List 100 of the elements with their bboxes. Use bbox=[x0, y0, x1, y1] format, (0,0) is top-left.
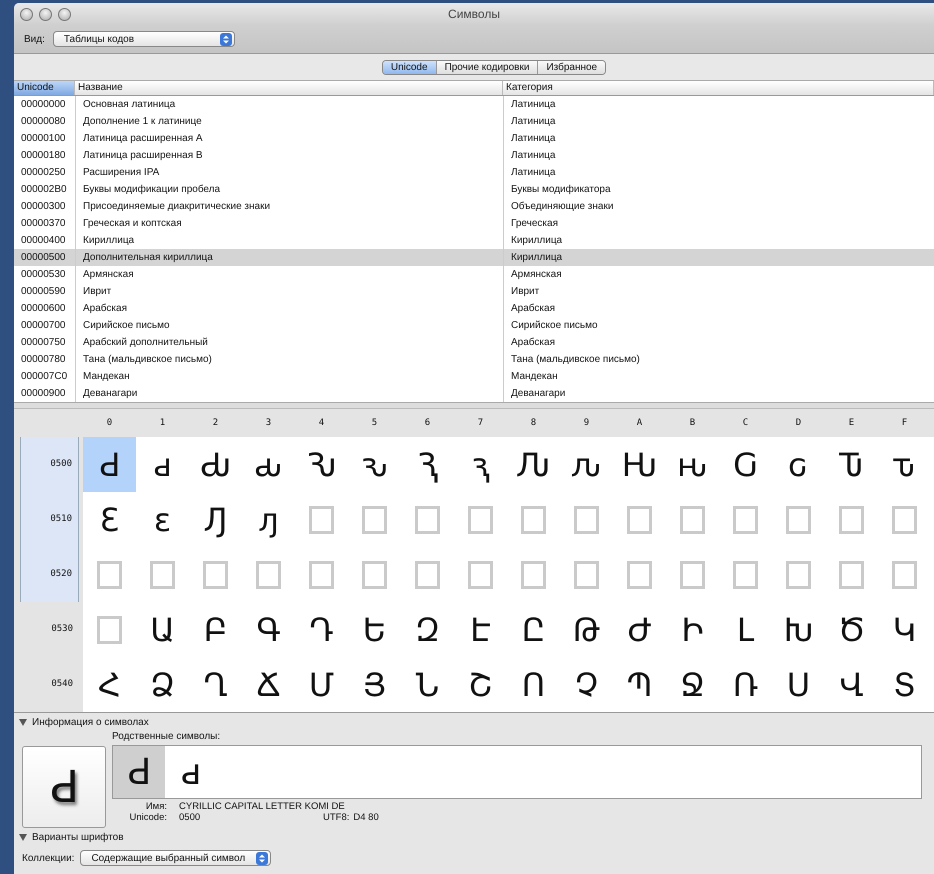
column-label: A bbox=[636, 418, 644, 428]
view-dropdown[interactable]: Таблицы кодов bbox=[52, 31, 235, 47]
glyph-cell[interactable]: Ջ bbox=[666, 657, 719, 712]
glyph-cell[interactable]: Ԓ bbox=[189, 492, 242, 547]
glyph-cell[interactable]: Ղ bbox=[189, 657, 242, 712]
table-row[interactable]: 00000250 Расширения IPA Латиница bbox=[14, 164, 934, 181]
glyph-cell[interactable]: Շ bbox=[454, 657, 507, 712]
glyph-cell[interactable]: Մ bbox=[295, 657, 348, 712]
table-row[interactable]: 000007C0 Мандекан Мандекан bbox=[14, 368, 934, 385]
glyph-preview: Ԁ bbox=[22, 746, 106, 828]
stepper-icon bbox=[256, 852, 268, 864]
glyph-cell[interactable]: Խ bbox=[772, 602, 825, 657]
glyph-cell[interactable]: Ս bbox=[772, 657, 825, 712]
glyph-cell[interactable]: Ԑ bbox=[83, 492, 136, 547]
related-glyph[interactable]: ԁ bbox=[165, 746, 217, 798]
glyph-cell[interactable]: Յ bbox=[348, 657, 401, 712]
view-label: Вид: bbox=[24, 34, 45, 44]
info-disclosure[interactable]: Информация о символах bbox=[14, 713, 934, 729]
glyph-cell[interactable]: Թ bbox=[560, 602, 613, 657]
table-row[interactable]: 00000370 Греческая и коптская Греческая bbox=[14, 215, 934, 232]
glyph-cell[interactable]: Ԃ bbox=[189, 437, 242, 492]
glyph-cell[interactable]: Ժ bbox=[613, 602, 666, 657]
glyph-cell[interactable]: ԏ bbox=[878, 437, 931, 492]
glyph-cell[interactable]: Ԉ bbox=[507, 437, 560, 492]
glyph-cell[interactable]: Չ bbox=[560, 657, 613, 712]
glyph-cell[interactable]: Գ bbox=[242, 602, 295, 657]
glyph-cell[interactable]: Ճ bbox=[242, 657, 295, 712]
glyph-cell[interactable]: ԋ bbox=[666, 437, 719, 492]
table-row[interactable]: 00000750 Арабский дополнительный Арабская bbox=[14, 334, 934, 351]
glyph-cell[interactable]: Ԅ bbox=[295, 437, 348, 492]
related-glyph[interactable]: Ԁ bbox=[113, 746, 165, 798]
glyph-cell[interactable]: Է bbox=[454, 602, 507, 657]
splitter[interactable] bbox=[14, 402, 934, 409]
glyph-cell[interactable]: Կ bbox=[878, 602, 931, 657]
glyph-cell[interactable]: Պ bbox=[613, 657, 666, 712]
glyph-cell[interactable]: ԓ bbox=[242, 492, 295, 547]
column-header[interactable]: Название bbox=[75, 81, 503, 95]
glyph-cell[interactable]: ԁ bbox=[136, 437, 189, 492]
glyph-cell[interactable]: ԑ bbox=[136, 492, 189, 547]
glyph-cell[interactable]: Ի bbox=[666, 602, 719, 657]
glyph-cell[interactable]: ԉ bbox=[560, 437, 613, 492]
glyph-cell[interactable]: Ԇ bbox=[401, 437, 454, 492]
glyph-cell[interactable]: Ծ bbox=[825, 602, 878, 657]
table-row[interactable]: 00000700 Сирийское письмо Сирийское письмо bbox=[14, 317, 934, 334]
glyph-cell[interactable]: Բ bbox=[189, 602, 242, 657]
glyph-cell[interactable]: Ն bbox=[401, 657, 454, 712]
zoom-button[interactable] bbox=[58, 8, 71, 20]
table-cell: Присоединяемые диакритические знаки bbox=[75, 198, 503, 215]
column-header[interactable]: Unicode bbox=[14, 81, 75, 95]
glyph-cell[interactable]: Ԁ bbox=[83, 437, 136, 492]
column-header[interactable]: Категория bbox=[503, 81, 934, 95]
glyph-cell[interactable]: Ռ bbox=[719, 657, 772, 712]
glyph-cell[interactable]: Վ bbox=[825, 657, 878, 712]
table-row[interactable]: 00000300 Присоединяемые диакритические знаки Объединяющие знаки bbox=[14, 198, 934, 215]
glyph-cell[interactable]: Ԋ bbox=[613, 437, 666, 492]
row-label[interactable]: 0540 bbox=[20, 657, 79, 712]
glyph-cell[interactable]: Զ bbox=[401, 602, 454, 657]
table-row[interactable]: 00000500 Дополнительная кириллица Кириллица bbox=[14, 249, 934, 266]
column-label: 2 bbox=[212, 418, 220, 428]
table-row[interactable]: 00000000 Основная латиница Латиница bbox=[14, 96, 934, 113]
glyph-cell[interactable]: ԃ bbox=[242, 437, 295, 492]
table-row[interactable]: 00000080 Дополнение 1 к латинице Латиница bbox=[14, 113, 934, 130]
tab[interactable]: Unicode bbox=[382, 60, 437, 74]
table-row[interactable]: 00000590 Иврит Иврит bbox=[14, 283, 934, 300]
glyph-cell[interactable]: Ա bbox=[136, 602, 189, 657]
minimize-button[interactable] bbox=[39, 8, 52, 20]
row-label[interactable]: 0530 bbox=[20, 602, 79, 657]
missing-glyph-icon bbox=[733, 560, 758, 588]
glyph-cell[interactable]: Ԍ bbox=[719, 437, 772, 492]
missing-glyph-icon bbox=[574, 506, 599, 534]
glyph-cell[interactable]: Ե bbox=[348, 602, 401, 657]
glyph-cell[interactable]: Հ bbox=[83, 657, 136, 712]
glyph-cell[interactable]: Ը bbox=[507, 602, 560, 657]
table-row[interactable]: 00000530 Армянская Армянская bbox=[14, 266, 934, 283]
row-label[interactable]: 0500 bbox=[20, 437, 79, 492]
table-row[interactable]: 00000100 Латиница расширенная A Латиница bbox=[14, 130, 934, 147]
table-row[interactable]: 00000180 Латиница расширенная B Латиница bbox=[14, 147, 934, 164]
missing-glyph-icon bbox=[627, 506, 652, 534]
collections-dropdown[interactable]: Содержащие выбранный символ bbox=[80, 850, 272, 866]
font-variants-disclosure[interactable]: Варианты шрифтов bbox=[14, 828, 934, 844]
table-row[interactable]: 00000780 Тана (мальдивское письмо) Тана (мальдивское письмо) bbox=[14, 351, 934, 368]
glyph-cell[interactable]: Ձ bbox=[136, 657, 189, 712]
glyph-cell[interactable]: ԍ bbox=[772, 437, 825, 492]
table-row[interactable]: 00000600 Арабская Арабская bbox=[14, 300, 934, 317]
glyph-cell[interactable]: ԇ bbox=[454, 437, 507, 492]
tab[interactable]: Прочие кодировки bbox=[436, 60, 538, 74]
glyph-cell[interactable]: Տ bbox=[878, 657, 931, 712]
glyph-cell[interactable]: Դ bbox=[295, 602, 348, 657]
column-label: C bbox=[742, 418, 750, 428]
glyph-cell[interactable]: Լ bbox=[719, 602, 772, 657]
tab[interactable]: Избранное bbox=[538, 60, 606, 74]
glyph-cell[interactable]: Ո bbox=[507, 657, 560, 712]
missing-glyph-icon bbox=[203, 560, 228, 588]
table-cell: Латиница расширенная A bbox=[75, 130, 503, 147]
glyph-cell[interactable]: ԅ bbox=[348, 437, 401, 492]
glyph-cell[interactable]: Ԏ bbox=[825, 437, 878, 492]
row-label[interactable]: 0520 bbox=[20, 547, 79, 602]
close-button[interactable] bbox=[20, 8, 33, 20]
table-row[interactable]: 000002B0 Буквы модификации пробела Буквы модификатора bbox=[14, 181, 934, 198]
row-label[interactable]: 0510 bbox=[20, 492, 79, 547]
